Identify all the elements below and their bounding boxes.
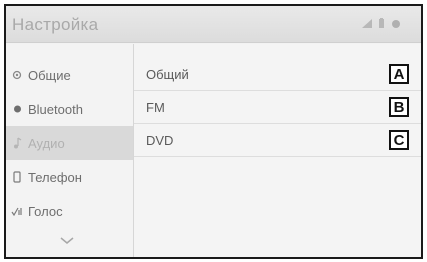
sidebar-item-label: Общие [28,67,71,83]
audio-settings-list: Общий A FM B DVD C [134,44,421,257]
gear-icon [10,70,24,80]
sidebar-item-label: Аудио [28,135,65,151]
settings-dot-icon [391,19,401,29]
page-title: Настройка [12,15,99,34]
list-item[interactable]: FM B [134,91,421,124]
list-item[interactable]: Общий A [134,58,421,91]
sidebar-item-label: Голос [28,203,63,219]
sidebar-item-audio[interactable]: Аудио [6,126,133,160]
sidebar-item-label: Телефон [28,169,82,185]
list-item[interactable]: DVD C [134,124,421,157]
signal-icon [362,19,372,28]
list-item-label: Общий [146,66,189,82]
phone-icon [10,171,24,183]
bluetooth-icon [10,104,24,114]
sidebar-item-general[interactable]: Общие [6,58,133,92]
list-item-label: FM [146,99,165,115]
status-icons [362,18,401,29]
callout-badge: B [389,97,409,117]
sidebar-item-voice[interactable]: Голос [6,194,133,228]
chevron-down-icon[interactable] [60,232,74,250]
voice-icon [10,206,24,217]
header-bar: Настройка [6,6,421,43]
list-item-label: DVD [146,132,174,148]
screen-frame: Настройка Общие Bluetooth Аудио Телефон … [4,4,423,259]
callout-badge: A [389,64,409,84]
sidebar-item-label: Bluetooth [28,101,83,117]
callout-badge: C [389,130,409,150]
battery-icon [378,18,385,29]
sidebar-item-bluetooth[interactable]: Bluetooth [6,92,133,126]
sidebar: Общие Bluetooth Аудио Телефон Голос [6,44,133,257]
sidebar-item-phone[interactable]: Телефон [6,160,133,194]
music-note-icon [10,137,24,149]
